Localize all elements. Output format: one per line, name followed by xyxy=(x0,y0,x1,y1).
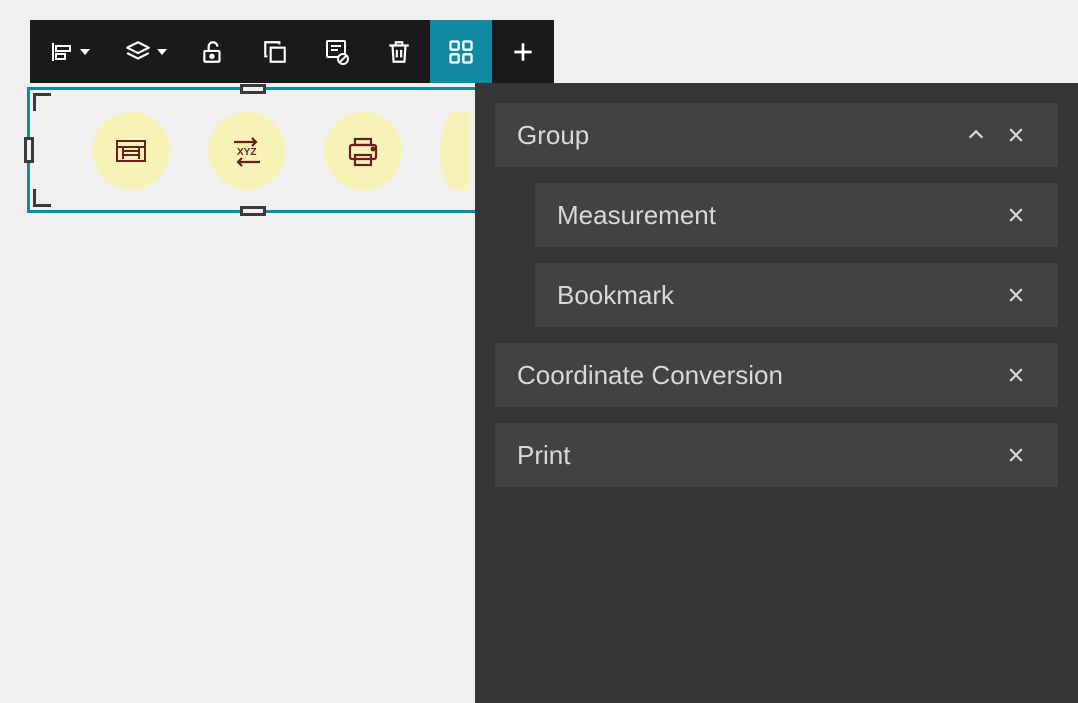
panel-item-bookmark[interactable]: Bookmark xyxy=(535,263,1058,327)
lock-button[interactable] xyxy=(182,20,244,83)
remove-button[interactable] xyxy=(996,435,1036,475)
layer-button[interactable] xyxy=(110,20,182,83)
align-button[interactable] xyxy=(30,20,110,83)
selection-corner xyxy=(33,189,51,207)
copy-icon xyxy=(262,39,288,65)
resize-handle-bottom[interactable] xyxy=(240,206,266,216)
toolbar xyxy=(30,20,554,83)
widget-measurement[interactable] xyxy=(92,112,170,190)
widget-partial[interactable] xyxy=(440,112,470,190)
resize-handle-left[interactable] xyxy=(24,137,34,163)
plus-icon xyxy=(510,39,536,65)
widget-row: XYZ xyxy=(92,112,470,190)
chevron-down-icon xyxy=(80,49,90,55)
duplicate-button[interactable] xyxy=(244,20,306,83)
widget-print[interactable] xyxy=(324,112,402,190)
align-left-icon xyxy=(50,40,74,64)
hide-icon xyxy=(323,38,351,66)
panel-item-label: Group xyxy=(517,120,956,151)
manage-widgets-button[interactable] xyxy=(430,20,492,83)
remove-button[interactable] xyxy=(996,355,1036,395)
panel-item-label: Measurement xyxy=(557,200,996,231)
layers-icon xyxy=(125,39,151,65)
panel-item-label: Coordinate Conversion xyxy=(517,360,996,391)
widgets-panel: Group Measurement Bookmark Coordinate Co… xyxy=(475,83,1078,703)
chevron-down-icon xyxy=(157,49,167,55)
hide-button[interactable] xyxy=(306,20,368,83)
panel-item-label: Bookmark xyxy=(557,280,996,311)
panel-item-label: Print xyxy=(517,440,996,471)
svg-text:XYZ: XYZ xyxy=(237,147,256,158)
measurement-icon xyxy=(111,131,151,171)
trash-icon xyxy=(386,39,412,65)
widget-coordinate-conversion[interactable]: XYZ xyxy=(208,112,286,190)
panel-item-print[interactable]: Print xyxy=(495,423,1058,487)
panel-item-coordinate-conversion[interactable]: Coordinate Conversion xyxy=(495,343,1058,407)
panel-item-measurement[interactable]: Measurement xyxy=(535,183,1058,247)
resize-handle-top[interactable] xyxy=(240,84,266,94)
unlock-icon xyxy=(200,39,226,65)
panel-item-group[interactable]: Group xyxy=(495,103,1058,167)
remove-button[interactable] xyxy=(996,275,1036,315)
add-button[interactable] xyxy=(492,20,554,83)
selected-widget-group[interactable]: XYZ xyxy=(30,90,475,210)
collapse-button[interactable] xyxy=(956,115,996,155)
grid-icon xyxy=(447,38,475,66)
remove-button[interactable] xyxy=(996,115,1036,155)
selection-corner xyxy=(33,93,51,111)
coordinate-conversion-icon: XYZ xyxy=(226,130,268,172)
delete-button[interactable] xyxy=(368,20,430,83)
print-icon xyxy=(343,131,383,171)
remove-button[interactable] xyxy=(996,195,1036,235)
